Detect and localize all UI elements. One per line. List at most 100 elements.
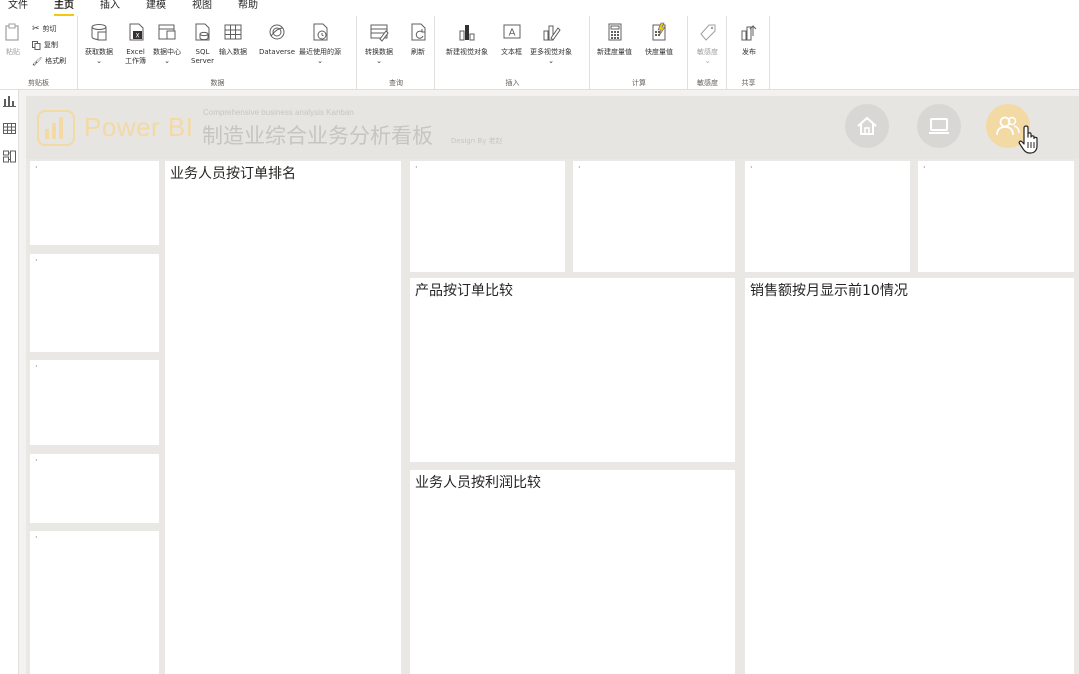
data-group: 获取数据 ⌄ X Excel 工作簿 数据中心 ⌄ SQL Server 输入数… — [79, 16, 357, 90]
tab-insert[interactable]: 插入 — [100, 0, 130, 16]
kpi-card-6[interactable]: · — [410, 161, 565, 272]
device-nav-button[interactable] — [917, 104, 961, 148]
tab-view[interactable]: 视图 — [192, 0, 222, 16]
sensitivity-button[interactable]: 敏感度 ⌄ — [697, 22, 718, 65]
dashboard-subtitle: Comprehensive business analysis Kanban — [203, 108, 354, 117]
data-group-label: 数据 — [210, 79, 225, 87]
design-credit: Design By 老赵 — [451, 137, 503, 145]
chevron-down-icon: ⌄ — [96, 57, 102, 65]
data-hub-icon — [158, 24, 176, 40]
refresh-icon — [411, 23, 426, 41]
database-icon — [91, 24, 107, 41]
power-bi-logo-text: Power BI — [84, 112, 194, 142]
profit-compare-visual[interactable]: 业务人员按利润比较 — [410, 470, 735, 674]
bar-chart-icon — [459, 25, 475, 41]
svg-text:X: X — [135, 33, 139, 40]
copy-button[interactable]: 复制 — [32, 40, 58, 50]
kpi-card-1[interactable]: · — [30, 161, 159, 245]
product-orders-visual[interactable]: 产品按订单比较 — [410, 278, 735, 462]
sql-server-button[interactable]: SQL Server — [191, 22, 214, 65]
enter-data-button[interactable]: 输入数据 — [219, 22, 247, 57]
sales-rank-title: 业务人员按订单排名 — [170, 166, 296, 182]
kpi-card-9[interactable]: · — [918, 161, 1074, 272]
excel-icon: X — [129, 23, 143, 41]
sensitivity-group: 敏感度 ⌄ 敏感度 — [689, 16, 727, 90]
report-canvas: Power BI Comprehensive business analysis… — [26, 96, 1079, 674]
chevron-down-icon: ⌄ — [376, 57, 382, 65]
paste-button[interactable]: 粘贴 — [3, 22, 23, 57]
sales-rank-visual[interactable]: 业务人员按订单排名 — [165, 161, 401, 674]
sql-server-icon — [195, 23, 210, 41]
tab-modeling[interactable]: 建模 — [146, 0, 176, 16]
publish-button[interactable]: 发布 — [739, 22, 759, 57]
text-box-button[interactable]: A 文本框 — [501, 22, 522, 57]
scissors-icon: ✂ — [32, 24, 40, 34]
kpi-card-2[interactable]: · — [30, 254, 159, 352]
model-view-icon[interactable] — [3, 150, 16, 163]
menu-bar: 文件 主页 插入 建模 视图 帮助 — [0, 0, 1079, 16]
excel-workbook-button[interactable]: X Excel 工作簿 — [125, 22, 146, 65]
more-visuals-icon — [543, 25, 561, 41]
dataverse-button[interactable]: Dataverse — [259, 22, 295, 57]
laptop-icon — [929, 118, 949, 134]
table-icon — [224, 24, 242, 40]
insert-group-label: 插入 — [505, 79, 520, 87]
recent-sources-icon — [313, 23, 328, 41]
dashboard-header: Power BI Comprehensive business analysis… — [26, 96, 1079, 159]
kpi-card-4[interactable]: · — [30, 454, 159, 523]
share-group: 发布 共享 — [728, 16, 770, 90]
profit-compare-title: 业务人员按利润比较 — [415, 475, 541, 491]
refresh-button[interactable]: 刷新 — [408, 22, 428, 57]
queries-group-label: 查询 — [389, 79, 403, 87]
data-hub-button[interactable]: 数据中心 ⌄ — [153, 22, 181, 65]
transform-data-button[interactable]: 转换数据 ⌄ — [365, 22, 393, 65]
tab-home[interactable]: 主页 — [54, 0, 84, 16]
new-measure-button[interactable]: 新建度量值 — [597, 22, 632, 57]
paste-icon — [5, 23, 19, 41]
transform-data-icon — [370, 24, 389, 42]
power-bi-logo-icon — [37, 110, 75, 146]
recent-sources-button[interactable]: 最近使用的源 ⌄ — [299, 22, 341, 65]
get-data-button[interactable]: 获取数据 ⌄ — [85, 22, 113, 65]
dataverse-icon — [269, 24, 285, 40]
calculations-group: 新建度量值 快度量值 计算 — [591, 16, 688, 90]
ribbon: 粘贴 ✂ 剪切 复制 🖌 格式刷 剪贴板 获取数据 ⌄ X Excel 工作簿 — [0, 16, 1079, 90]
copy-icon — [32, 40, 41, 50]
share-group-label: 共享 — [741, 79, 756, 87]
monthly-sales-visual[interactable]: 销售额按月显示前10情况 — [745, 278, 1074, 674]
chevron-down-icon: ⌄ — [317, 57, 323, 65]
clipboard-group-label: 剪贴板 — [28, 79, 49, 87]
insert-group: 新建视觉对象 A 文本框 更多视觉对象 ⌄ 插入 — [436, 16, 590, 90]
product-orders-title: 产品按订单比较 — [415, 283, 513, 299]
data-view-icon[interactable] — [3, 122, 16, 135]
publish-icon — [741, 25, 757, 41]
kpi-card-8[interactable]: · — [745, 161, 910, 272]
quick-measure-button[interactable]: 快度量值 — [645, 22, 673, 57]
view-switcher-rail — [0, 90, 19, 674]
tab-file[interactable]: 文件 — [8, 0, 38, 16]
home-icon — [857, 116, 877, 135]
more-visuals-button[interactable]: 更多视觉对象 ⌄ — [530, 22, 572, 65]
report-view-icon[interactable] — [3, 94, 16, 107]
calculations-group-label: 计算 — [632, 79, 646, 87]
tab-help[interactable]: 帮助 — [238, 0, 268, 16]
kpi-card-7[interactable]: · — [573, 161, 735, 272]
hand-cursor-icon — [1018, 125, 1038, 154]
svg-text:A: A — [508, 28, 515, 39]
quick-measure-icon — [652, 22, 666, 41]
new-visual-button[interactable]: 新建视觉对象 — [446, 22, 488, 57]
chevron-down-icon: ⌄ — [548, 57, 554, 65]
brush-icon: 🖌 — [32, 56, 43, 66]
chevron-down-icon: ⌄ — [704, 57, 711, 65]
calculator-icon — [608, 23, 621, 41]
clipboard-group: 粘贴 ✂ 剪切 复制 🖌 格式刷 剪贴板 — [0, 16, 78, 90]
queries-group: 转换数据 ⌄ 刷新 查询 — [358, 16, 435, 90]
cut-button[interactable]: ✂ 剪切 — [32, 24, 57, 34]
format-painter-button[interactable]: 🖌 格式刷 — [32, 56, 66, 66]
home-nav-button[interactable] — [845, 104, 889, 148]
kpi-card-3[interactable]: · — [30, 360, 159, 445]
sensitivity-icon — [699, 24, 715, 41]
kpi-card-5[interactable]: · — [30, 531, 159, 674]
dashboard-title: 制造业综合业务分析看板 — [202, 124, 433, 148]
text-box-icon: A — [503, 24, 520, 39]
